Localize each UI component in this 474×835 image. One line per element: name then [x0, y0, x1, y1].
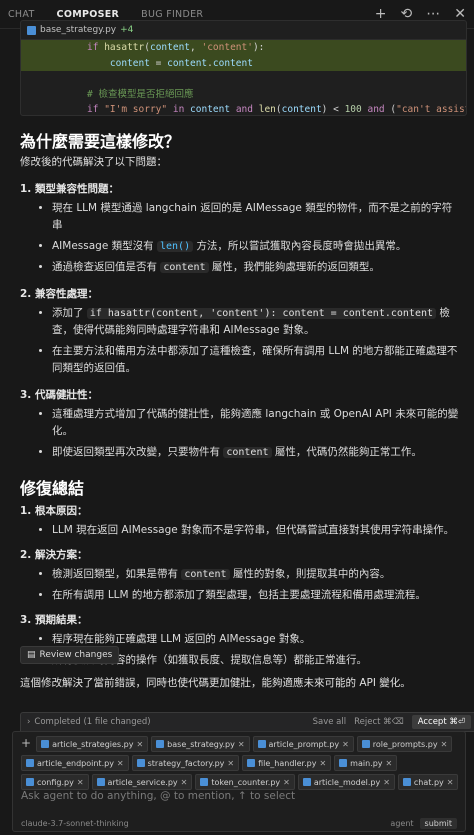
tab-composer[interactable]: COMPOSER	[57, 9, 120, 20]
section-title: 2. 解決方案：	[20, 549, 88, 561]
context-file-chip[interactable]: base_strategy.py ✕	[151, 736, 250, 752]
code-filename[interactable]: base_strategy.py	[40, 25, 116, 35]
context-file-chip[interactable]: role_prompts.py ✕	[356, 736, 453, 752]
list-item: 通過檢查返回值是否有 content 屬性，我們能夠處理新的返回類型。	[52, 259, 460, 276]
python-file-icon	[200, 778, 209, 786]
python-file-icon	[96, 778, 105, 786]
context-file-chip[interactable]: article_prompt.py ✕	[252, 736, 354, 752]
section-title: 1. 類型兼容性問題：	[20, 183, 119, 195]
close-icon[interactable]: ✕	[181, 778, 188, 787]
inline-code: len()	[156, 241, 194, 252]
closing-text: 這個修改解決了當前錯誤，同時也使代碼更加健壯，能夠適應未來可能的 API 變化。	[20, 677, 411, 689]
code-line: content = content.content	[21, 55, 466, 71]
context-file-chip[interactable]: article_model.py ✕	[297, 774, 395, 790]
context-file-chip[interactable]: strategy_factory.py ✕	[131, 755, 240, 771]
code-line: # 檢查模型是否拒絕回應	[87, 88, 194, 100]
section-title: 3. 代碼健壯性：	[20, 389, 98, 401]
context-file-chip[interactable]: article_strategies.py ✕	[36, 736, 149, 752]
inline-code: content	[181, 569, 230, 580]
context-file-chip[interactable]: file_handler.py ✕	[242, 755, 332, 771]
close-icon[interactable]: ✕	[117, 759, 124, 768]
code-change-count: +4	[120, 25, 134, 35]
list-item: 即使返回類型再次改變，只要物件有 content 屬性，代碼仍然能夠正常工作。	[52, 444, 460, 461]
code-diff-block: base_strategy.py +4 if hasattr(content, …	[20, 20, 467, 116]
list-item: 檢測返回類型，如果是帶有 content 屬性的對象，則提取其中的內容。	[52, 566, 460, 583]
python-file-icon	[26, 778, 34, 786]
close-icon[interactable]: ✕	[386, 759, 393, 768]
tab-bug-finder[interactable]: BUG FINDER	[141, 9, 203, 20]
inline-code: content	[223, 447, 272, 458]
model-selector[interactable]: claude-3.7-sonnet-thinking	[21, 819, 129, 828]
close-icon[interactable]: ✕	[227, 759, 234, 768]
python-file-icon	[402, 778, 411, 786]
python-file-icon	[247, 759, 256, 767]
close-icon[interactable]: ✕	[447, 778, 454, 787]
why-intro: 修改後的代碼解決了以下問題：	[20, 156, 167, 168]
python-file-icon	[41, 740, 50, 748]
context-file-chip[interactable]: chat.py ✕	[397, 774, 459, 790]
list-item: 在主要方法和備用方法中都添加了這種檢查，確保所有調用 LLM 的地方都能正確處理…	[52, 343, 460, 377]
inline-code: if hasattr(content, 'content'): content …	[86, 308, 437, 319]
python-file-icon	[156, 740, 165, 748]
close-icon[interactable]: ✕	[342, 740, 349, 749]
context-file-chip[interactable]: article_endpoint.py ✕	[21, 755, 129, 771]
python-file-icon	[257, 740, 266, 748]
list-item: AIMessage 類型沒有 len() 方法，所以嘗試獲取內容長度時會拋出異常…	[52, 238, 460, 255]
python-file-icon	[27, 25, 36, 35]
inline-code: content	[160, 262, 209, 273]
add-context-icon[interactable]: +	[21, 736, 31, 752]
review-icon: ▤	[27, 650, 36, 660]
context-file-chip[interactable]: article_service.py ✕	[91, 774, 193, 790]
section-title: 2. 兼容性處理：	[20, 288, 98, 300]
assistant-message: 為什麼需要這樣修改？ 修改後的代碼解決了以下問題： 1. 類型兼容性問題： 現在…	[20, 128, 460, 690]
section-title: 3. 預期結果：	[20, 614, 88, 626]
list-item: LLM 現在返回 AIMessage 對象而不是字符串，但代碼嘗試直接對其使用字…	[52, 522, 460, 539]
completed-label[interactable]: Completed (1 file changed)	[34, 717, 150, 727]
section-title: 1. 根本原因：	[20, 505, 88, 517]
review-changes-button[interactable]: ▤ Review changes	[20, 646, 120, 664]
close-icon[interactable]: ✕	[383, 778, 390, 787]
code-header: base_strategy.py +4	[21, 21, 466, 40]
chevron-right-icon[interactable]: ›	[27, 717, 30, 727]
code-line: if "I'm sorry" in content and len(conten…	[87, 104, 466, 115]
list-item: 在所有調用 LLM 的地方都添加了類型處理，包括主要處理流程和備用處理流程。	[52, 587, 460, 604]
close-icon[interactable]: ✕	[77, 778, 84, 787]
close-icon[interactable]: ✕	[283, 778, 290, 787]
completed-bar: › Completed (1 file changed) Save all Re…	[20, 712, 474, 732]
context-file-chip[interactable]: config.py ✕	[21, 774, 89, 790]
composer-input-panel: + article_strategies.py ✕ base_strategy.p…	[12, 731, 466, 832]
python-file-icon	[26, 759, 34, 767]
code-line: if hasattr(content, 'content'):	[21, 40, 466, 56]
python-file-icon	[361, 740, 370, 748]
mode-selector[interactable]: agent	[390, 819, 413, 828]
reject-button[interactable]: Reject ⌘⌫	[354, 717, 404, 727]
close-icon[interactable]: ✕	[136, 740, 143, 749]
python-file-icon	[339, 759, 348, 767]
close-icon[interactable]: ✕	[319, 759, 326, 768]
list-item: 添加了 if hasattr(content, 'content'): cont…	[52, 305, 460, 339]
python-file-icon	[136, 759, 145, 767]
context-file-chip[interactable]: main.py ✕	[334, 755, 398, 771]
why-heading: 為什麼需要這樣修改？	[20, 132, 181, 151]
context-file-chip[interactable]: token_counter.py ✕	[195, 774, 295, 790]
close-icon[interactable]: ✕	[441, 740, 448, 749]
summary-heading: 修復總結	[20, 479, 85, 498]
submit-button[interactable]: submit	[419, 818, 457, 829]
context-chips: + article_strategies.py ✕ base_strategy.p…	[13, 732, 465, 790]
close-icon[interactable]: ✕	[238, 740, 245, 749]
list-item: 現在 LLM 模型通過 langchain 返回的是 AIMessage 類型的…	[52, 200, 460, 234]
model-row: claude-3.7-sonnet-thinking agent submit	[21, 818, 457, 829]
accept-button[interactable]: Accept ⌘⏎	[411, 715, 471, 729]
agent-prompt-input[interactable]: Ask agent to do anything, @ to mention, …	[21, 790, 295, 802]
python-file-icon	[302, 778, 311, 786]
save-all-button[interactable]: Save all	[313, 717, 347, 727]
list-item: 這種處理方式增加了代碼的健壯性，能夠適應 langchain 或 OpenAI …	[52, 406, 460, 440]
tab-chat[interactable]: CHAT	[8, 9, 35, 20]
